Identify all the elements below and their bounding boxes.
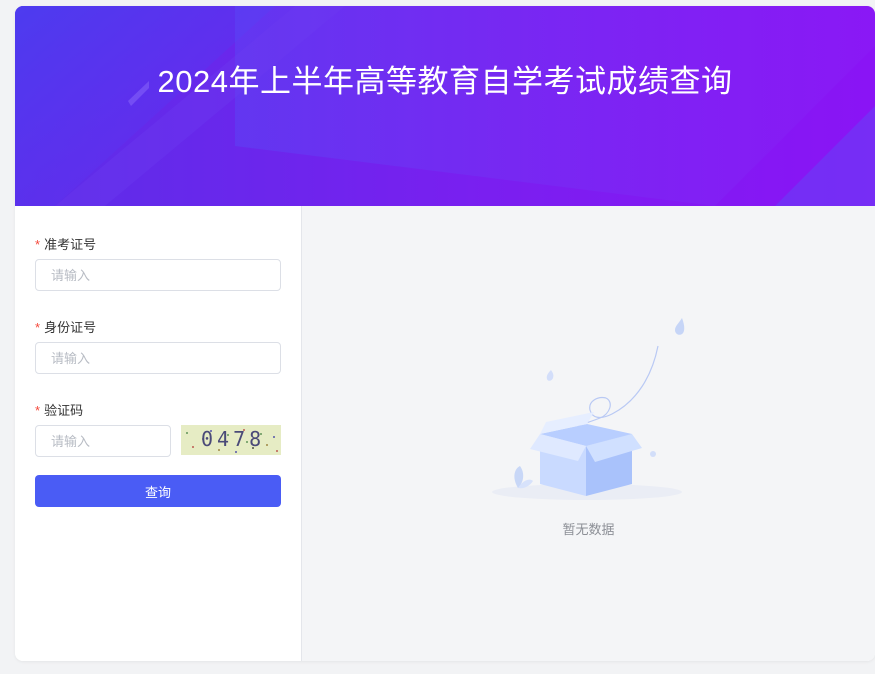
query-form: *准考证号 *身份证号 *验证码 bbox=[15, 206, 302, 661]
exam-id-label-text: 准考证号 bbox=[44, 237, 97, 252]
query-button[interactable]: 查询 bbox=[35, 475, 281, 507]
exam-id-label: * 准考证号 bbox=[35, 234, 96, 253]
query-card: 2024年上半年高等教育自学考试成绩查询 *准考证号 *身份证号 *验证码 bbox=[15, 6, 875, 661]
empty-state-text: 暂无数据 bbox=[562, 522, 615, 537]
id-card-label-text: 身份证号 bbox=[44, 320, 97, 335]
captcha-input[interactable] bbox=[35, 425, 171, 457]
captcha-graphic: 0478 bbox=[186, 427, 278, 453]
required-mark: * bbox=[35, 320, 41, 335]
page-title: 2024年上半年高等教育自学考试成绩查询 bbox=[157, 64, 733, 99]
id-card-input[interactable] bbox=[35, 342, 281, 374]
captcha-text: 0478 bbox=[201, 427, 265, 451]
required-mark: * bbox=[35, 403, 41, 418]
header-banner: 2024年上半年高等教育自学考试成绩查询 bbox=[15, 6, 875, 206]
result-panel: 暂无数据 bbox=[302, 206, 875, 661]
empty-box-icon bbox=[492, 318, 685, 500]
id-card-label: * 身份证号 bbox=[35, 317, 96, 336]
captcha-label-text: 验证码 bbox=[44, 403, 84, 418]
captcha-image[interactable]: 0478 bbox=[181, 425, 281, 455]
exam-id-input[interactable] bbox=[35, 259, 281, 291]
required-mark: * bbox=[35, 237, 41, 252]
banner-decoration bbox=[15, 6, 875, 206]
captcha-label: * 验证码 bbox=[35, 400, 83, 419]
